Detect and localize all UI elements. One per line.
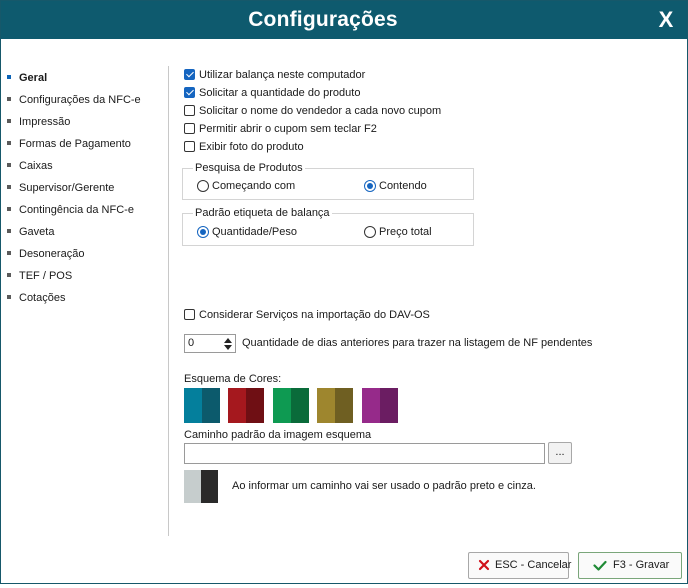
sidebar-item-label: Gaveta xyxy=(19,226,55,238)
sidebar-item-gaveta[interactable]: Gaveta xyxy=(6,223,166,245)
days-stepper[interactable]: 0 xyxy=(184,334,236,353)
color-schemes-label: Esquema de Cores: xyxy=(184,373,282,385)
bullet-icon xyxy=(7,207,11,211)
sidebar-item-impressao[interactable]: Impressão xyxy=(6,113,166,135)
sidebar-item-geral[interactable]: Geral xyxy=(6,69,166,91)
swatch-right xyxy=(246,388,264,423)
preview-black xyxy=(201,470,218,503)
radio-label: Preço total xyxy=(379,226,432,238)
sidebar-item-label: Formas de Pagamento xyxy=(19,138,131,150)
checkbox-label: Exibir foto do produto xyxy=(199,141,304,153)
preview-note: Ao informar um caminho vai ser usado o p… xyxy=(232,480,536,492)
sidebar: Geral Configurações da NFC-e Impressão F… xyxy=(6,69,166,311)
sidebar-item-supervisor[interactable]: Supervisor/Gerente xyxy=(6,179,166,201)
checkbox-label: Permitir abrir o cupom sem teclar F2 xyxy=(199,123,377,135)
stepper-down-icon[interactable] xyxy=(224,345,232,350)
color-scheme-green[interactable] xyxy=(273,388,309,423)
sidebar-item-label: Caixas xyxy=(19,160,53,172)
sidebar-item-label: Geral xyxy=(19,72,48,84)
radio-icon xyxy=(364,226,376,238)
sidebar-item-label: Contingência da NFC-e xyxy=(19,204,134,216)
bullet-icon xyxy=(7,273,11,277)
stepper-up-icon[interactable] xyxy=(224,338,232,343)
scale-label-group: Padrão etiqueta de balança Quantidade/Pe… xyxy=(182,206,474,246)
checkbox-label: Utilizar balança neste computador xyxy=(199,69,366,81)
days-label: Quantidade de dias anteriores para traze… xyxy=(242,337,593,349)
check-icon xyxy=(593,553,607,588)
settings-window: Configurações X Geral Configurações da N… xyxy=(0,0,688,584)
swatch-left xyxy=(184,388,202,423)
sidebar-item-cotacoes[interactable]: Cotações xyxy=(6,289,166,311)
preview-gray xyxy=(184,470,201,503)
bullet-icon xyxy=(7,97,11,101)
bullet-icon xyxy=(7,185,11,189)
swatch-right xyxy=(335,388,353,423)
radio-label: Contendo xyxy=(379,180,427,192)
bullet-icon xyxy=(7,163,11,167)
sidebar-item-caixas[interactable]: Caixas xyxy=(6,157,166,179)
sidebar-item-label: Desoneração xyxy=(19,248,85,260)
swatch-right xyxy=(202,388,220,423)
checkbox-label: Solicitar a quantidade do produto xyxy=(199,87,361,99)
color-scheme-teal[interactable] xyxy=(184,388,220,423)
color-scheme-olive[interactable] xyxy=(317,388,353,423)
checkbox-checked-icon xyxy=(184,69,195,80)
scheme-preview xyxy=(184,470,218,503)
sidebar-item-contingencia[interactable]: Contingência da NFC-e xyxy=(6,201,166,223)
sidebar-item-tef-pos[interactable]: TEF / POS xyxy=(6,267,166,289)
browse-button[interactable]: ... xyxy=(548,442,572,464)
swatch-right xyxy=(291,388,309,423)
sidebar-item-desoneracao[interactable]: Desoneração xyxy=(6,245,166,267)
days-value[interactable]: 0 xyxy=(188,337,194,349)
bullet-icon xyxy=(7,75,11,79)
sidebar-item-label: Cotações xyxy=(19,292,66,304)
bullet-icon xyxy=(7,295,11,299)
swatch-left xyxy=(273,388,291,423)
radio-selected-icon xyxy=(197,226,209,238)
cancel-button-label: ESC - Cancelar xyxy=(495,559,572,571)
vertical-divider xyxy=(168,66,169,536)
sidebar-item-label: Configurações da NFC-e xyxy=(19,94,141,106)
sidebar-item-label: Impressão xyxy=(19,116,71,128)
cancel-button[interactable]: ESC - Cancelar xyxy=(468,552,572,579)
swatch-right xyxy=(380,388,398,423)
close-button[interactable]: X xyxy=(645,1,687,39)
checkbox-icon xyxy=(184,141,195,152)
image-path-input[interactable] xyxy=(184,443,545,464)
sidebar-item-label: TEF / POS xyxy=(19,270,73,282)
color-scheme-red[interactable] xyxy=(228,388,264,423)
swatch-left xyxy=(362,388,380,423)
checkbox-checked-icon xyxy=(184,87,195,98)
bullet-icon xyxy=(7,251,11,255)
stepper-arrows xyxy=(222,336,234,351)
save-button[interactable]: F3 - Gravar xyxy=(578,552,682,579)
sidebar-item-nfce-config[interactable]: Configurações da NFC-e xyxy=(6,91,166,113)
group-legend: Padrão etiqueta de balança xyxy=(193,206,332,220)
sidebar-item-label: Supervisor/Gerente xyxy=(19,182,115,194)
bullet-icon xyxy=(7,229,11,233)
product-search-group: Pesquisa de Produtos Começando com Conte… xyxy=(182,161,474,200)
title-bar: Configurações X xyxy=(1,1,687,39)
color-scheme-purple[interactable] xyxy=(362,388,398,423)
bullet-icon xyxy=(7,119,11,123)
swatch-left xyxy=(228,388,246,423)
radio-label: Quantidade/Peso xyxy=(212,226,298,238)
checkbox-label: Solicitar o nome do vendedor a cada novo… xyxy=(199,105,442,117)
swatch-left xyxy=(317,388,335,423)
sidebar-item-pagamento[interactable]: Formas de Pagamento xyxy=(6,135,166,157)
group-legend: Pesquisa de Produtos xyxy=(193,161,305,175)
checkbox-icon xyxy=(184,123,195,134)
image-path-label: Caminho padrão da imagem esquema xyxy=(184,429,372,441)
radio-selected-icon xyxy=(364,180,376,192)
bullet-icon xyxy=(7,141,11,145)
radio-icon xyxy=(197,180,209,192)
close-icon xyxy=(478,553,490,588)
checkbox-label: Considerar Serviços na importação do DAV… xyxy=(199,309,430,321)
checkbox-icon xyxy=(184,105,195,116)
save-button-label: F3 - Gravar xyxy=(613,559,670,571)
window-title: Configurações xyxy=(248,8,398,31)
checkbox-icon xyxy=(184,309,195,320)
radio-label: Começando com xyxy=(212,180,296,192)
